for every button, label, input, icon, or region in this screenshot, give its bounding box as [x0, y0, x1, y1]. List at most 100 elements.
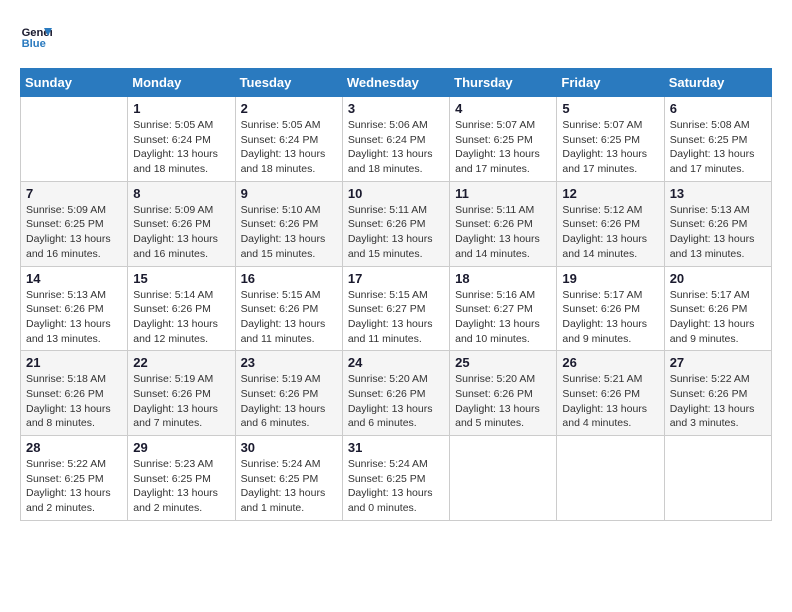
calendar-cell: 10 Sunrise: 5:11 AM Sunset: 6:26 PM Dayli…: [342, 181, 449, 266]
calendar-cell: 11Sunrise: 5:11 AM Sunset: 6:26 PM Dayli…: [450, 181, 557, 266]
calendar-cell: 3 Sunrise: 5:06 AM Sunset: 6:24 PM Daylig…: [342, 97, 449, 182]
day-number: 31: [348, 440, 444, 455]
calendar-cell: 15 Sunrise: 5:14 AM Sunset: 6:26 PM Dayli…: [128, 266, 235, 351]
day-info: Sunrise: 5:08 AM Sunset: 6:25 PM Dayligh…: [670, 118, 766, 177]
day-info: Sunrise: 5:16 AM Sunset: 6:27 PM Dayligh…: [455, 288, 551, 347]
day-number: 21: [26, 355, 122, 370]
page-header: General Blue: [20, 20, 772, 52]
calendar-cell: 19 Sunrise: 5:17 AM Sunset: 6:26 PM Dayli…: [557, 266, 664, 351]
day-number: 20: [670, 271, 766, 286]
calendar-cell: 26 Sunrise: 5:21 AM Sunset: 6:26 PM Dayli…: [557, 351, 664, 436]
calendar-cell: 2Sunrise: 5:05 AM Sunset: 6:24 PM Daylig…: [235, 97, 342, 182]
day-info: Sunrise: 5:09 AM Sunset: 6:25 PM Dayligh…: [26, 203, 122, 262]
day-number: 26: [562, 355, 658, 370]
calendar-cell: 6Sunrise: 5:08 AM Sunset: 6:25 PM Daylig…: [664, 97, 771, 182]
calendar-week-row: 1 Sunrise: 5:05 AM Sunset: 6:24 PM Daylig…: [21, 97, 772, 182]
day-number: 5: [562, 101, 658, 116]
day-info: Sunrise: 5:13 AM Sunset: 6:26 PM Dayligh…: [670, 203, 766, 262]
calendar-cell: 4 Sunrise: 5:07 AM Sunset: 6:25 PM Daylig…: [450, 97, 557, 182]
day-info: Sunrise: 5:24 AM Sunset: 6:25 PM Dayligh…: [241, 457, 337, 516]
day-info: Sunrise: 5:19 AM Sunset: 6:26 PM Dayligh…: [133, 372, 229, 431]
calendar-week-row: 21 Sunrise: 5:18 AM Sunset: 6:26 PM Dayli…: [21, 351, 772, 436]
calendar-cell: 14 Sunrise: 5:13 AM Sunset: 6:26 PM Dayli…: [21, 266, 128, 351]
calendar-cell: 22Sunrise: 5:19 AM Sunset: 6:26 PM Dayli…: [128, 351, 235, 436]
day-info: Sunrise: 5:07 AM Sunset: 6:25 PM Dayligh…: [562, 118, 658, 177]
calendar-week-row: 28 Sunrise: 5:22 AM Sunset: 6:25 PM Dayli…: [21, 436, 772, 521]
day-number: 4: [455, 101, 551, 116]
day-number: 30: [241, 440, 337, 455]
calendar-week-row: 14 Sunrise: 5:13 AM Sunset: 6:26 PM Dayli…: [21, 266, 772, 351]
calendar-cell: 17Sunrise: 5:15 AM Sunset: 6:27 PM Dayli…: [342, 266, 449, 351]
day-number: 14: [26, 271, 122, 286]
day-info: Sunrise: 5:23 AM Sunset: 6:25 PM Dayligh…: [133, 457, 229, 516]
day-info: Sunrise: 5:19 AM Sunset: 6:26 PM Dayligh…: [241, 372, 337, 431]
day-info: Sunrise: 5:17 AM Sunset: 6:26 PM Dayligh…: [562, 288, 658, 347]
calendar-table: SundayMondayTuesdayWednesdayThursdayFrid…: [20, 68, 772, 521]
calendar-cell: 20 Sunrise: 5:17 AM Sunset: 6:26 PM Dayli…: [664, 266, 771, 351]
day-number: 7: [26, 186, 122, 201]
calendar-cell: 31 Sunrise: 5:24 AM Sunset: 6:25 PM Dayli…: [342, 436, 449, 521]
day-info: Sunrise: 5:06 AM Sunset: 6:24 PM Dayligh…: [348, 118, 444, 177]
calendar-cell: 29 Sunrise: 5:23 AM Sunset: 6:25 PM Dayli…: [128, 436, 235, 521]
day-info: Sunrise: 5:22 AM Sunset: 6:25 PM Dayligh…: [26, 457, 122, 516]
day-number: 13: [670, 186, 766, 201]
calendar-week-row: 7 Sunrise: 5:09 AM Sunset: 6:25 PM Daylig…: [21, 181, 772, 266]
calendar-cell: [557, 436, 664, 521]
calendar-cell: 1 Sunrise: 5:05 AM Sunset: 6:24 PM Daylig…: [128, 97, 235, 182]
weekday-header-wednesday: Wednesday: [342, 69, 449, 97]
day-info: Sunrise: 5:15 AM Sunset: 6:27 PM Dayligh…: [348, 288, 444, 347]
day-number: 27: [670, 355, 766, 370]
weekday-header-thursday: Thursday: [450, 69, 557, 97]
calendar-cell: 28 Sunrise: 5:22 AM Sunset: 6:25 PM Dayli…: [21, 436, 128, 521]
day-info: Sunrise: 5:17 AM Sunset: 6:26 PM Dayligh…: [670, 288, 766, 347]
day-info: Sunrise: 5:13 AM Sunset: 6:26 PM Dayligh…: [26, 288, 122, 347]
day-info: Sunrise: 5:24 AM Sunset: 6:25 PM Dayligh…: [348, 457, 444, 516]
day-info: Sunrise: 5:11 AM Sunset: 6:26 PM Dayligh…: [348, 203, 444, 262]
calendar-cell: 9 Sunrise: 5:10 AM Sunset: 6:26 PM Daylig…: [235, 181, 342, 266]
day-info: Sunrise: 5:14 AM Sunset: 6:26 PM Dayligh…: [133, 288, 229, 347]
calendar-cell: 16Sunrise: 5:15 AM Sunset: 6:26 PM Dayli…: [235, 266, 342, 351]
calendar-cell: 8Sunrise: 5:09 AM Sunset: 6:26 PM Daylig…: [128, 181, 235, 266]
day-number: 18: [455, 271, 551, 286]
calendar-cell: [21, 97, 128, 182]
day-info: Sunrise: 5:10 AM Sunset: 6:26 PM Dayligh…: [241, 203, 337, 262]
day-number: 15: [133, 271, 229, 286]
day-number: 29: [133, 440, 229, 455]
day-number: 1: [133, 101, 229, 116]
day-number: 9: [241, 186, 337, 201]
day-number: 11: [455, 186, 551, 201]
calendar-cell: 5 Sunrise: 5:07 AM Sunset: 6:25 PM Daylig…: [557, 97, 664, 182]
day-info: Sunrise: 5:05 AM Sunset: 6:24 PM Dayligh…: [241, 118, 337, 177]
day-number: 16: [241, 271, 337, 286]
day-number: 3: [348, 101, 444, 116]
weekday-header-monday: Monday: [128, 69, 235, 97]
day-info: Sunrise: 5:12 AM Sunset: 6:26 PM Dayligh…: [562, 203, 658, 262]
calendar-cell: 23 Sunrise: 5:19 AM Sunset: 6:26 PM Dayli…: [235, 351, 342, 436]
svg-text:Blue: Blue: [22, 38, 46, 50]
day-info: Sunrise: 5:18 AM Sunset: 6:26 PM Dayligh…: [26, 372, 122, 431]
weekday-header-row: SundayMondayTuesdayWednesdayThursdayFrid…: [21, 69, 772, 97]
calendar-cell: 30 Sunrise: 5:24 AM Sunset: 6:25 PM Dayli…: [235, 436, 342, 521]
calendar-cell: 13 Sunrise: 5:13 AM Sunset: 6:26 PM Dayli…: [664, 181, 771, 266]
day-info: Sunrise: 5:21 AM Sunset: 6:26 PM Dayligh…: [562, 372, 658, 431]
calendar-cell: 7 Sunrise: 5:09 AM Sunset: 6:25 PM Daylig…: [21, 181, 128, 266]
day-number: 19: [562, 271, 658, 286]
weekday-header-friday: Friday: [557, 69, 664, 97]
logo-icon: General Blue: [20, 20, 52, 52]
day-info: Sunrise: 5:07 AM Sunset: 6:25 PM Dayligh…: [455, 118, 551, 177]
weekday-header-sunday: Sunday: [21, 69, 128, 97]
calendar-cell: 27 Sunrise: 5:22 AM Sunset: 6:26 PM Dayli…: [664, 351, 771, 436]
day-number: 28: [26, 440, 122, 455]
day-info: Sunrise: 5:05 AM Sunset: 6:24 PM Dayligh…: [133, 118, 229, 177]
day-info: Sunrise: 5:20 AM Sunset: 6:26 PM Dayligh…: [348, 372, 444, 431]
calendar-cell: [664, 436, 771, 521]
calendar-cell: 18 Sunrise: 5:16 AM Sunset: 6:27 PM Dayli…: [450, 266, 557, 351]
day-info: Sunrise: 5:22 AM Sunset: 6:26 PM Dayligh…: [670, 372, 766, 431]
day-number: 24: [348, 355, 444, 370]
day-number: 10: [348, 186, 444, 201]
weekday-header-saturday: Saturday: [664, 69, 771, 97]
day-number: 25: [455, 355, 551, 370]
day-number: 23: [241, 355, 337, 370]
day-number: 12: [562, 186, 658, 201]
day-info: Sunrise: 5:09 AM Sunset: 6:26 PM Dayligh…: [133, 203, 229, 262]
